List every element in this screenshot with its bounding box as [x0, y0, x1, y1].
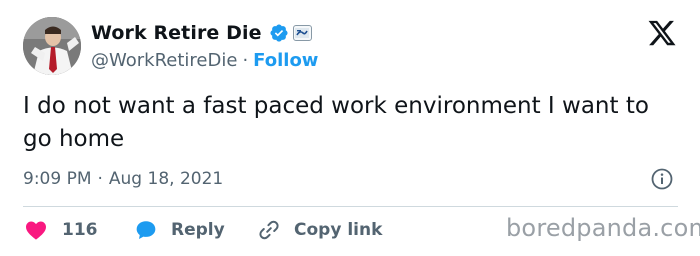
- divider: [23, 206, 678, 207]
- follow-button[interactable]: Follow: [253, 50, 318, 71]
- author-name-row: Work Retire Die: [91, 19, 312, 47]
- affiliate-badge-icon: [292, 25, 312, 41]
- like-count: 116: [62, 220, 98, 240]
- reply-button[interactable]: Reply: [135, 217, 225, 243]
- verified-badge-icon: [269, 23, 289, 43]
- tweet-date[interactable]: Aug 18, 2021: [109, 169, 223, 189]
- info-icon[interactable]: [650, 167, 674, 191]
- tweet-meta: 9:09 PM · Aug 18, 2021: [23, 166, 223, 192]
- tweet-time[interactable]: 9:09 PM: [23, 169, 92, 189]
- author-display-name[interactable]: Work Retire Die: [91, 22, 262, 44]
- author-handle-row: @WorkRetireDie · Follow: [91, 47, 318, 73]
- copy-link-label: Copy link: [294, 220, 383, 240]
- like-button[interactable]: 116: [25, 217, 98, 243]
- copy-link-button[interactable]: Copy link: [257, 217, 382, 243]
- x-logo-icon[interactable]: [646, 18, 678, 48]
- meta-separator: ·: [97, 169, 103, 189]
- watermark: boredpanda.com: [506, 214, 700, 242]
- avatar[interactable]: [23, 17, 81, 75]
- handle-separator: ·: [242, 49, 249, 71]
- link-icon: [259, 220, 279, 240]
- tweet-text: I do not want a fast paced work environm…: [23, 93, 649, 152]
- speech-bubble-icon: [136, 221, 156, 239]
- author-handle[interactable]: @WorkRetireDie: [91, 50, 237, 71]
- reply-label: Reply: [171, 220, 225, 240]
- heart-icon: [26, 221, 46, 240]
